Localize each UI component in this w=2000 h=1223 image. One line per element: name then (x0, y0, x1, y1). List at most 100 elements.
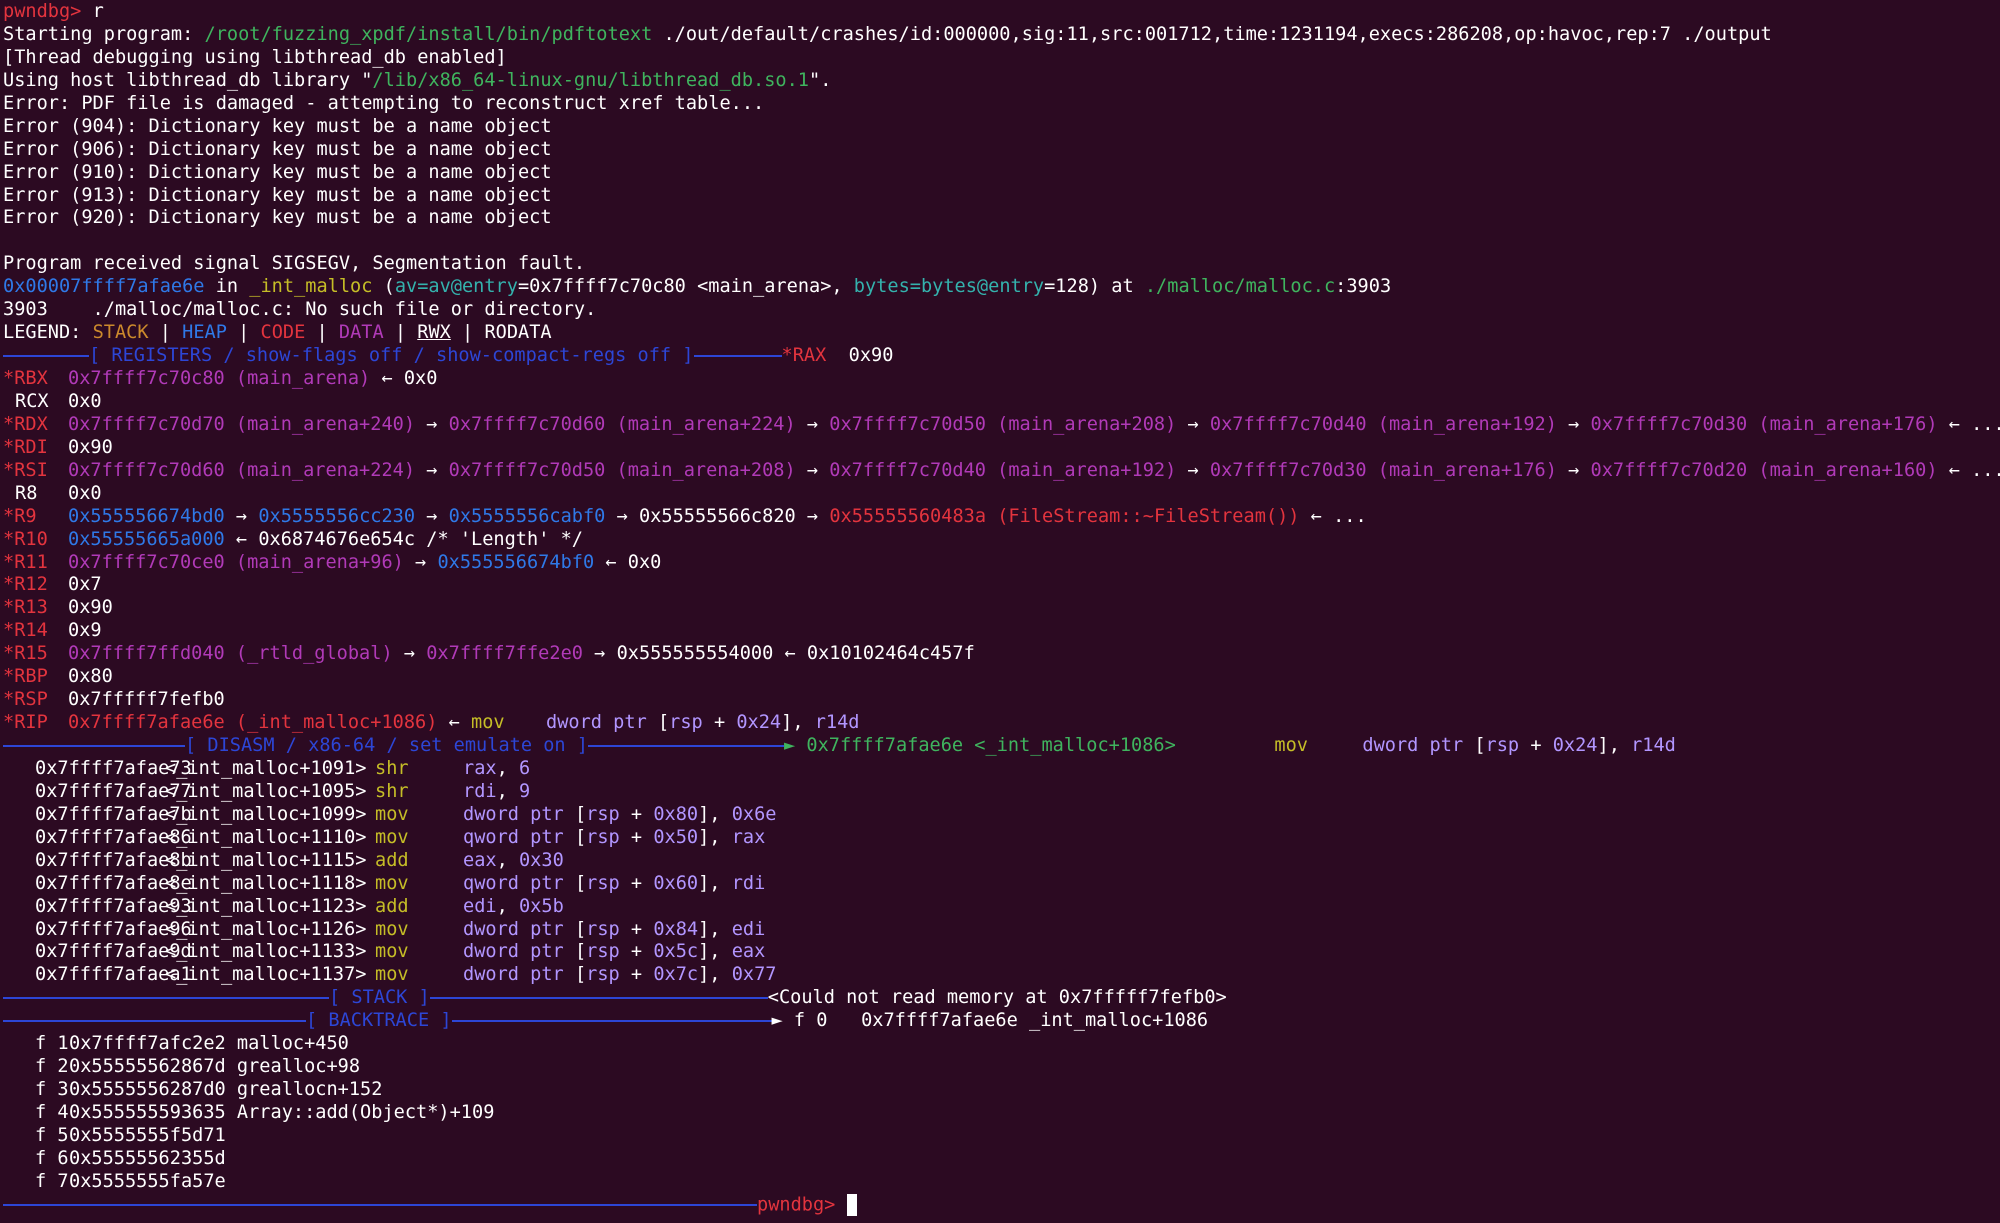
operand: rax (731, 826, 766, 848)
reg-value: 0x555556674bd0 (68, 505, 225, 527)
reg-arrow: → (582, 643, 617, 665)
reg-value: 0x0 (68, 390, 102, 412)
current-addr: 0x7ffff7afae6e <_int_malloc+1086> (806, 735, 1176, 756)
operand: rsp (669, 712, 703, 734)
operand: 6 (518, 757, 531, 779)
frame-number: f 2 (35, 1056, 69, 1078)
disasm-row: 0x7ffff7afae73<_int_malloc+1091> shr rax, … (0, 758, 2000, 781)
operand: edi (731, 918, 766, 940)
reg-tail: ← ... (1937, 413, 2000, 435)
reg-value: 0x55555566c820 (638, 505, 796, 527)
program-path: /root/fuzzing_xpdf/install/bin/pdftotext (204, 23, 653, 45)
reg-name: *R11 (3, 551, 48, 573)
error-line: Error (920): Dictionary key must be a na… (3, 207, 552, 229)
mnemonic: mov (375, 941, 409, 963)
backtrace-row: f 10x7ffff7afc2e2 malloc+450 (0, 1033, 2000, 1056)
insn-addr: 0x7ffff7afae9d (35, 941, 192, 963)
reg-name: *R9 (3, 505, 37, 527)
frame-open: ( (372, 276, 395, 298)
disasm-title: [ DISASM / x86-64 / set emulate on ] (185, 735, 588, 756)
legend-sep: | (450, 322, 485, 344)
disasm-row: 0x7ffff7afae9d<_int_malloc+1133> mov dword… (0, 941, 2000, 964)
backtrace-row: f 50x5555555f5d71 (0, 1125, 2000, 1148)
operand: 0x77 (731, 964, 777, 986)
divider (3, 354, 89, 357)
frame-arg1: av=av@entry (394, 276, 518, 298)
register-row: *R15 0x7ffff7ffd040 (_rtld_global) → 0x7f… (0, 643, 2000, 666)
reg-tail: ← ... (1937, 459, 2000, 481)
reg-value: 0x0 (68, 482, 102, 504)
terminal-window[interactable]: pwndbg> r Starting program: /root/fuzzin… (0, 0, 2000, 1223)
reg-name: RCX (15, 390, 49, 412)
reg-name: *RDX (3, 413, 48, 435)
reg-value: 0x7ffff7c70d30 (main_arena+176) (1209, 459, 1557, 481)
insn-symbol: <_int_malloc+1110> (165, 826, 367, 848)
current-marker: ► (784, 735, 807, 756)
divider (429, 996, 768, 999)
reg-value: 0x55555665a000 (68, 528, 225, 550)
insn-addr: 0x7ffff7afaea1 (35, 964, 192, 986)
error-line: Error (910): Dictionary key must be a na… (3, 161, 552, 183)
reg-value: 0x7ffff7c70d50 (main_arena+208) (448, 459, 796, 481)
operand: 0x5b (518, 895, 564, 917)
reg-value: 0x7ffff7c70ce0 (main_arena+96) (68, 551, 404, 573)
insn-addr: 0x7ffff7afae77 (35, 780, 192, 802)
frame-number: f 5 (35, 1124, 69, 1146)
operand: + (1519, 735, 1553, 756)
reg-value: 0x7ffff7c70c80 (main_arena) (68, 368, 371, 389)
libthread-pre: Using host libthread_db library " (3, 69, 373, 91)
reg-value: 0x555555554000 (616, 643, 774, 665)
legend-sep: | (383, 322, 418, 344)
register-row: *R14 0x9 (0, 620, 2000, 643)
legend-line: LEGEND: STACK | HEAP | CODE | DATA | RWX… (0, 322, 2000, 345)
reg-value: 0x7ffff7c70d40 (main_arena+192) (829, 459, 1177, 481)
cursor[interactable] (846, 1193, 857, 1216)
insn-symbol: <_int_malloc+1137> (165, 964, 367, 986)
register-row: *RDI 0x90 (0, 437, 2000, 460)
insn-addr: 0x7ffff7afae7b (35, 803, 192, 825)
reg-name: *R14 (3, 620, 48, 642)
thread-line: [Thread debugging using libthread_db ena… (3, 46, 507, 68)
operand: ], (698, 941, 732, 963)
disasm-row: 0x7ffff7afae8e<_int_malloc+1118> mov qword… (0, 873, 2000, 896)
operand: rax (463, 757, 497, 779)
operand: rsp (1485, 735, 1520, 756)
register-row: *R10 0x55555665a000 ← 0x6874676e654c /* '… (0, 529, 2000, 552)
register-row: *RSI 0x7ffff7c70d60 (main_arena+224) → 0x… (0, 460, 2000, 483)
mnemonic: mov (375, 964, 409, 986)
frame-addr: 0x00007ffff7afae6e (3, 276, 205, 298)
libthread-line: Using host libthread_db library "/lib/x8… (0, 70, 2000, 93)
operand: 0x84 (653, 918, 699, 940)
operand: 0x30 (518, 849, 564, 871)
insn-symbol: <_int_malloc+1091> (165, 757, 367, 779)
final-prompt-line[interactable]: pwndbg> (0, 1193, 2000, 1217)
reg-name: *RBP (3, 666, 48, 688)
operand: [ (646, 712, 670, 734)
reg-arrow: → (1176, 459, 1210, 481)
frame-number: f 1 (35, 1033, 69, 1055)
reg-arrow: ← (437, 712, 472, 734)
mnemonic: shr (375, 780, 409, 802)
disasm-row: 0x7ffff7afae93<_int_malloc+1123> add edi, … (0, 896, 2000, 919)
frame-arg1-value: =0x7ffff7c70c80 <main_arena>, (517, 276, 854, 298)
operand: dword ptr (463, 964, 564, 986)
frame-number: f 4 (35, 1102, 69, 1123)
reg-tail: ← ... (1299, 505, 1367, 527)
reg-name: *RSI (3, 459, 48, 481)
insn-addr: 0x7ffff7afae93 (35, 895, 192, 917)
legend-data: DATA (338, 322, 384, 344)
reg-value: 0x7ffff7afae6e (_int_malloc+1086) (68, 712, 438, 734)
mnemonic: mov (375, 872, 409, 894)
legend-sep: | (305, 322, 339, 344)
reg-value: 0x6874676e654c /* 'Length' */ (258, 528, 583, 550)
reg-name: *RIP (3, 712, 48, 734)
operand: rdi (463, 780, 497, 802)
legend-code: CODE (260, 322, 306, 344)
frame-text: 0x55555562867d grealloc+98 (69, 1056, 361, 1078)
legend-rwx: RWX (417, 322, 451, 344)
insn-addr: 0x7ffff7afae86 (35, 826, 192, 848)
operand: rsp (586, 803, 620, 825)
reg-value: 0x5555556cc230 (258, 505, 416, 527)
backtrace-title: [ BACKTRACE ] (306, 1010, 452, 1032)
